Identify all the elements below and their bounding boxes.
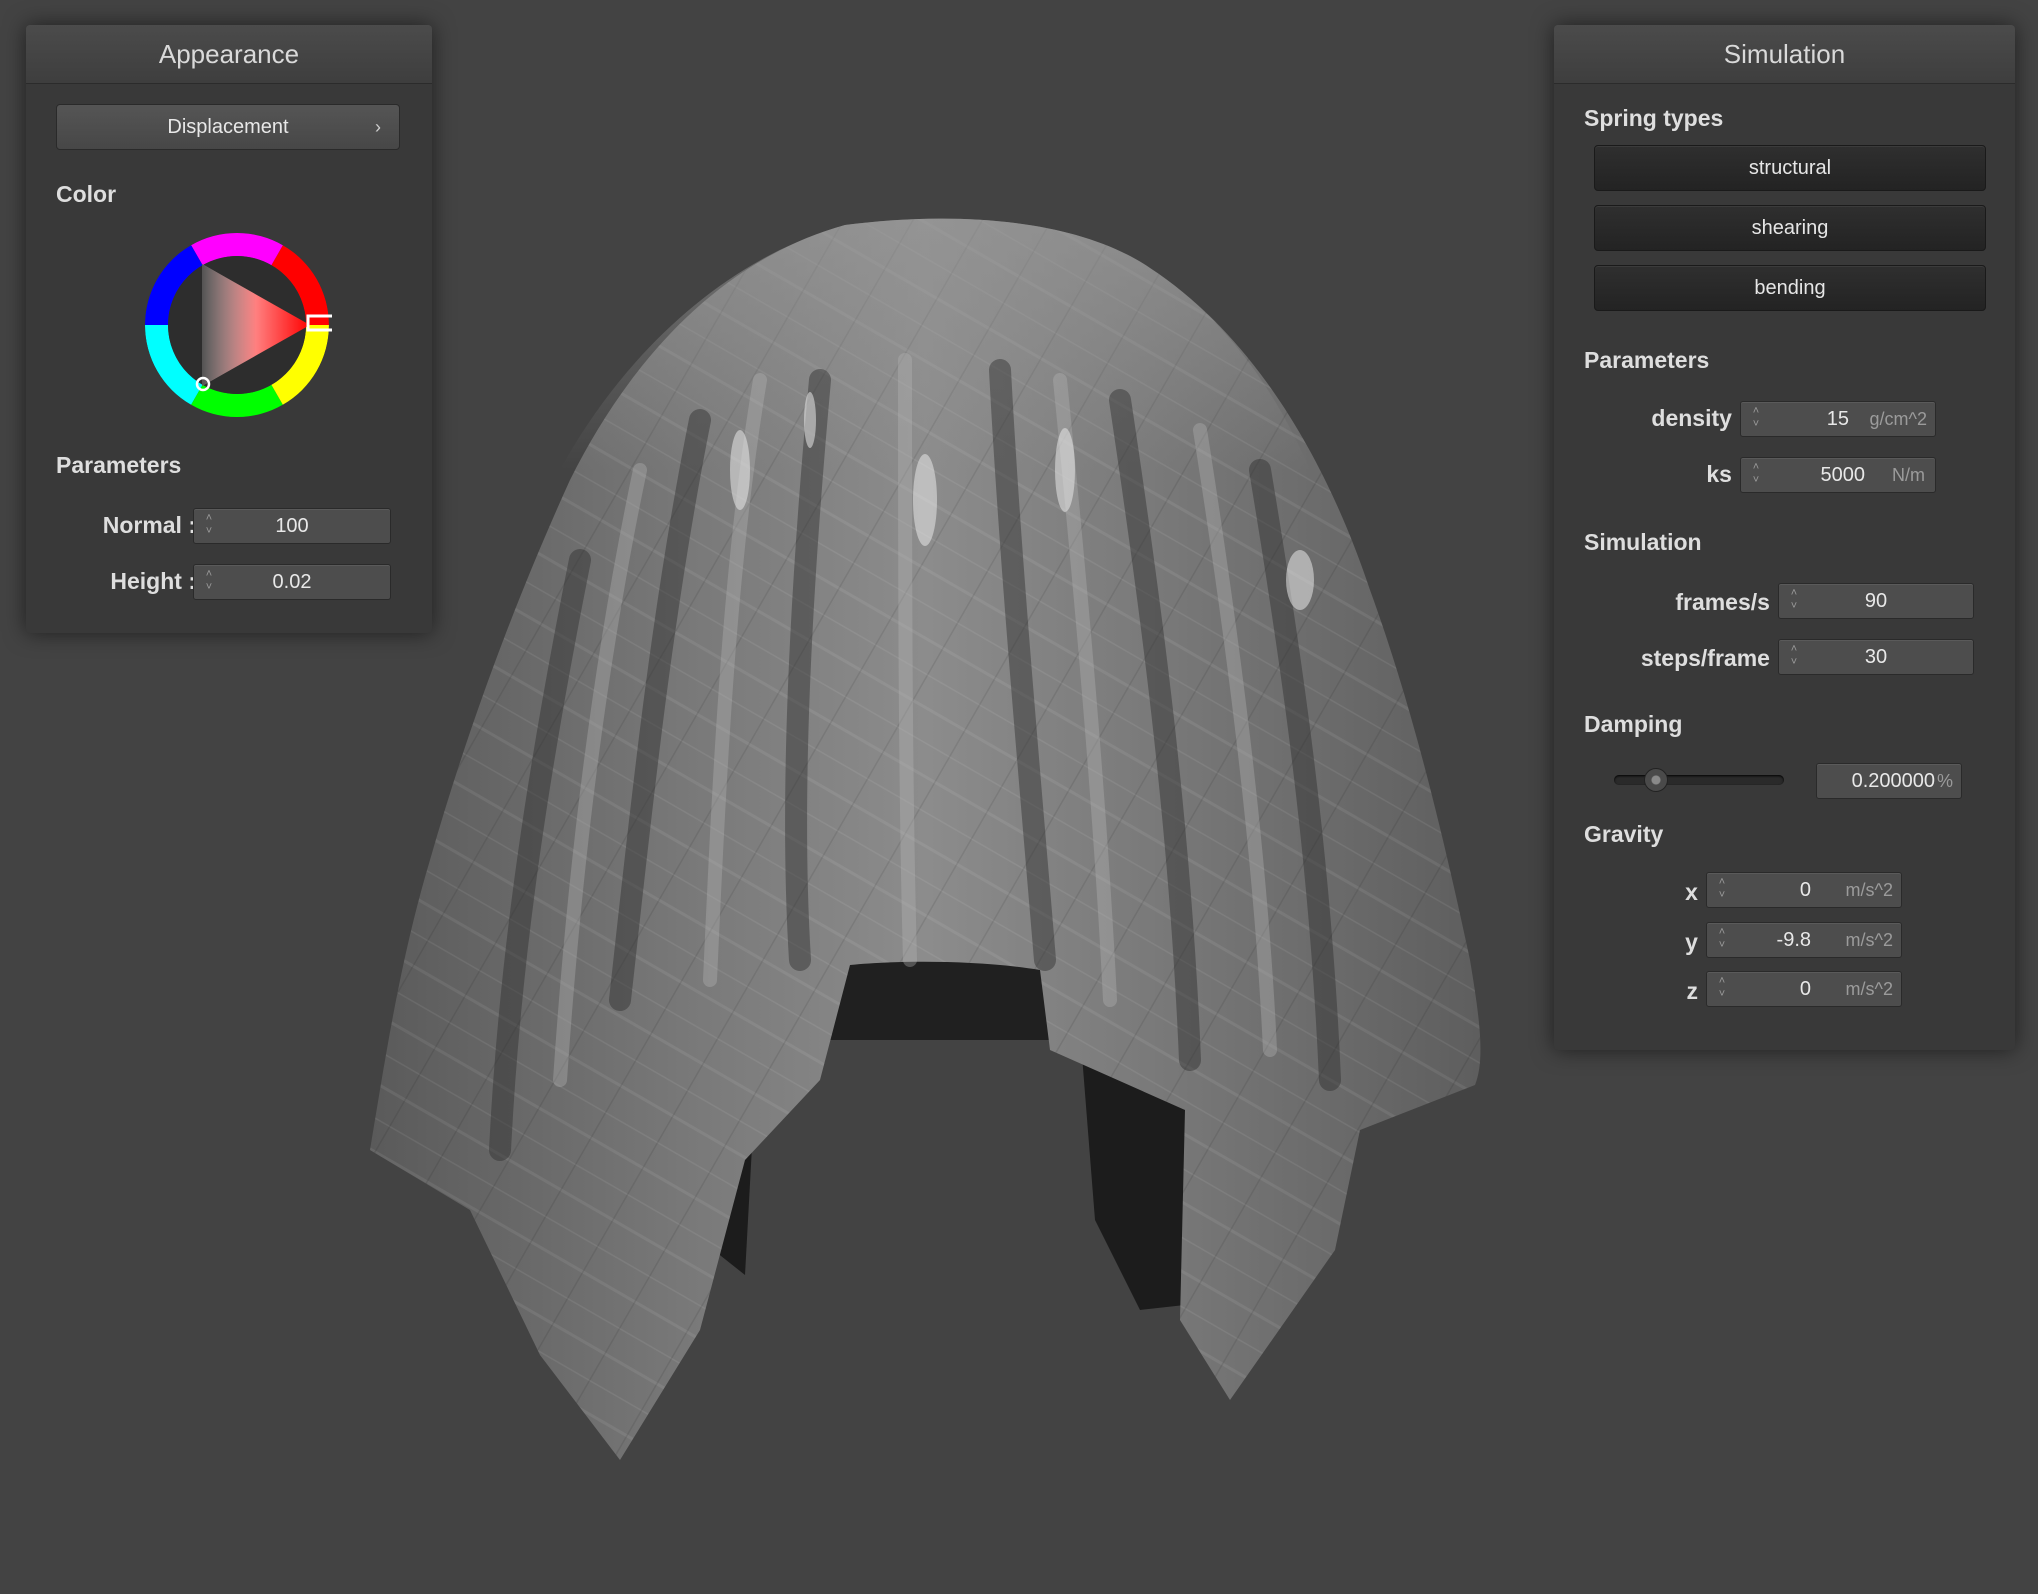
displacement-popup-button[interactable]: Displacement ›: [56, 104, 400, 150]
gravity-z-label: z :: [1686, 978, 1712, 1004]
simulation-panel: Simulation Spring types structural shear…: [1554, 25, 2015, 1050]
bending-button[interactable]: bending: [1594, 265, 1986, 311]
ks-label: ks :: [1706, 461, 1746, 487]
height-input[interactable]: ˄ ˅ 0.02: [193, 564, 391, 600]
steps-per-frame-value: 30: [1864, 646, 1888, 668]
spinner-arrows-icon[interactable]: ˄ ˅: [1750, 461, 1762, 489]
spring-types-label: Spring types: [1584, 105, 1724, 131]
damping-slider-track: [1614, 775, 1784, 785]
gravity-z-unit: m/s^2: [1845, 979, 1893, 999]
gravity-x-input[interactable]: ˄ ˅ 0 m/s^2: [1706, 872, 1902, 908]
simulation-section-label: Simulation: [1584, 529, 1702, 555]
normal-value: 100: [275, 515, 309, 537]
ks-input[interactable]: ˄ ˅ 5000 N/m: [1740, 457, 1936, 493]
damping-input[interactable]: 0.200000 %: [1816, 763, 1962, 799]
density-label: density :: [1651, 405, 1746, 431]
density-unit: g/cm^2: [1869, 409, 1927, 429]
height-value: 0.02: [272, 571, 312, 593]
gravity-y-input[interactable]: ˄ ˅ -9.8 m/s^2: [1706, 922, 1902, 958]
steps-per-frame-input[interactable]: ˄ ˅ 30: [1778, 639, 1974, 675]
simulation-parameters-label: Parameters: [1584, 347, 1710, 373]
ks-unit: N/m: [1892, 465, 1925, 485]
frames-per-second-input[interactable]: ˄ ˅ 90: [1778, 583, 1974, 619]
spinner-arrows-icon[interactable]: ˄ ˅: [1750, 405, 1762, 433]
damping-value: 0.200000: [1851, 770, 1935, 792]
color-label: Color: [56, 181, 117, 207]
normal-label: Normal :: [102, 512, 196, 538]
frames-per-second-value: 90: [1864, 590, 1888, 612]
frames-per-second-label: frames/s :: [1675, 589, 1784, 615]
gravity-y-label: y :: [1685, 929, 1712, 955]
gravity-y-unit: m/s^2: [1845, 930, 1893, 950]
density-value: 15: [1826, 408, 1849, 430]
cloth-mesh: [370, 218, 1481, 1460]
displacement-button-label: Displacement: [167, 116, 289, 138]
ks-value: 5000: [1820, 464, 1866, 486]
appearance-panel: Appearance Displacement › Color Paramete…: [26, 25, 432, 633]
spinner-arrows-icon[interactable]: ˄ ˅: [1716, 926, 1728, 954]
structural-button[interactable]: structural: [1594, 145, 1986, 191]
height-label: Height :: [110, 568, 196, 594]
gravity-y-value: -9.8: [1776, 929, 1811, 951]
damping-unit: %: [1936, 771, 1953, 791]
spinner-arrows-icon[interactable]: ˄ ˅: [1716, 876, 1728, 904]
chevron-right-icon: ›: [375, 117, 381, 137]
gravity-z-input[interactable]: ˄ ˅ 0 m/s^2: [1706, 971, 1902, 1007]
steps-per-frame-label: steps/frame :: [1640, 645, 1784, 671]
damping-slider-thumb[interactable]: [1643, 768, 1668, 792]
gravity-x-label: x :: [1685, 879, 1712, 905]
damping-slider[interactable]: [1614, 768, 1784, 792]
gravity-x-unit: m/s^2: [1845, 880, 1893, 900]
shearing-button[interactable]: shearing: [1594, 205, 1986, 251]
color-wheel[interactable]: [142, 230, 332, 420]
damping-label: Damping: [1584, 711, 1683, 737]
spinner-arrows-icon[interactable]: ˄ ˅: [1716, 975, 1728, 1003]
gravity-label: Gravity: [1584, 821, 1664, 847]
gravity-x-value: 0: [1799, 879, 1811, 901]
appearance-parameters-label: Parameters: [56, 452, 182, 478]
appearance-panel-title[interactable]: Appearance: [26, 25, 432, 84]
gravity-z-value: 0: [1799, 978, 1811, 1000]
normal-input[interactable]: ˄ ˅ 100: [193, 508, 391, 544]
simulation-panel-title[interactable]: Simulation: [1554, 25, 2015, 84]
density-input[interactable]: ˄ ˅ 15 g/cm^2: [1740, 401, 1936, 437]
